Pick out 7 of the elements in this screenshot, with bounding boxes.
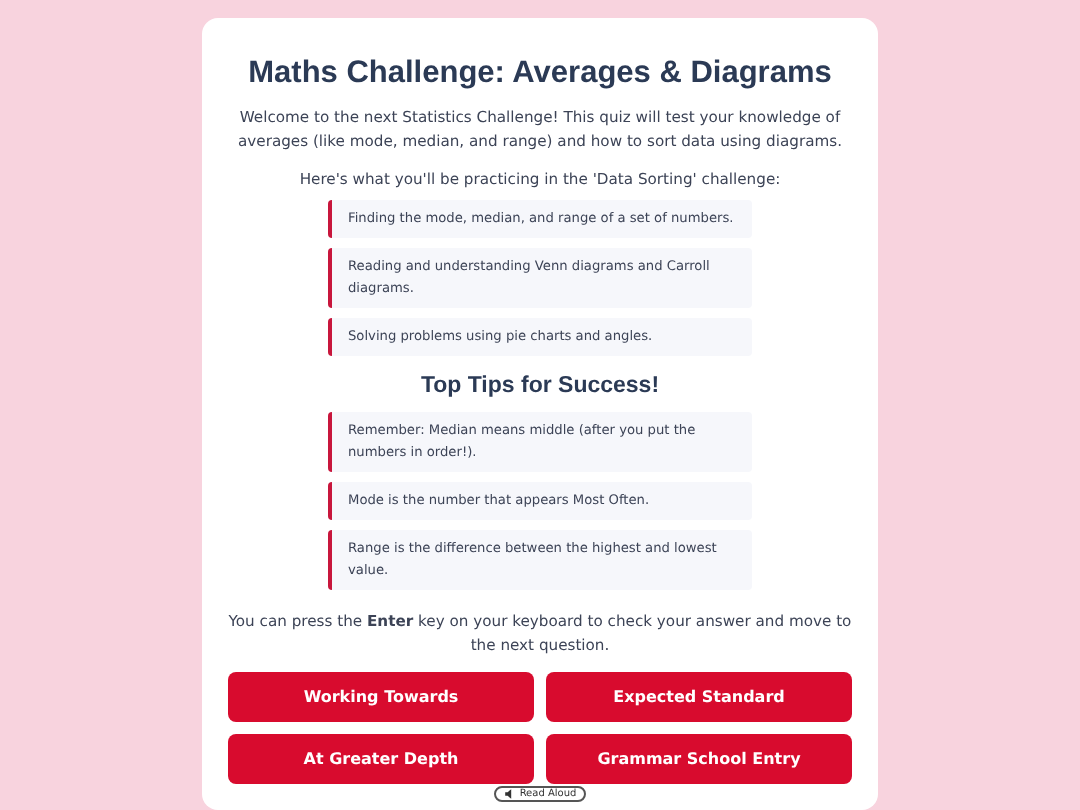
level-button[interactable]: At Greater Depth	[228, 734, 534, 784]
page-title: Maths Challenge: Averages & Diagrams	[248, 56, 832, 92]
tips-heading: Top Tips for Success!	[420, 374, 660, 398]
speaker-icon	[503, 788, 516, 800]
level-button[interactable]: Working Towards	[228, 672, 534, 722]
level-button[interactable]: Grammar School Entry	[546, 734, 852, 784]
level-button[interactable]: Expected Standard	[546, 672, 852, 722]
